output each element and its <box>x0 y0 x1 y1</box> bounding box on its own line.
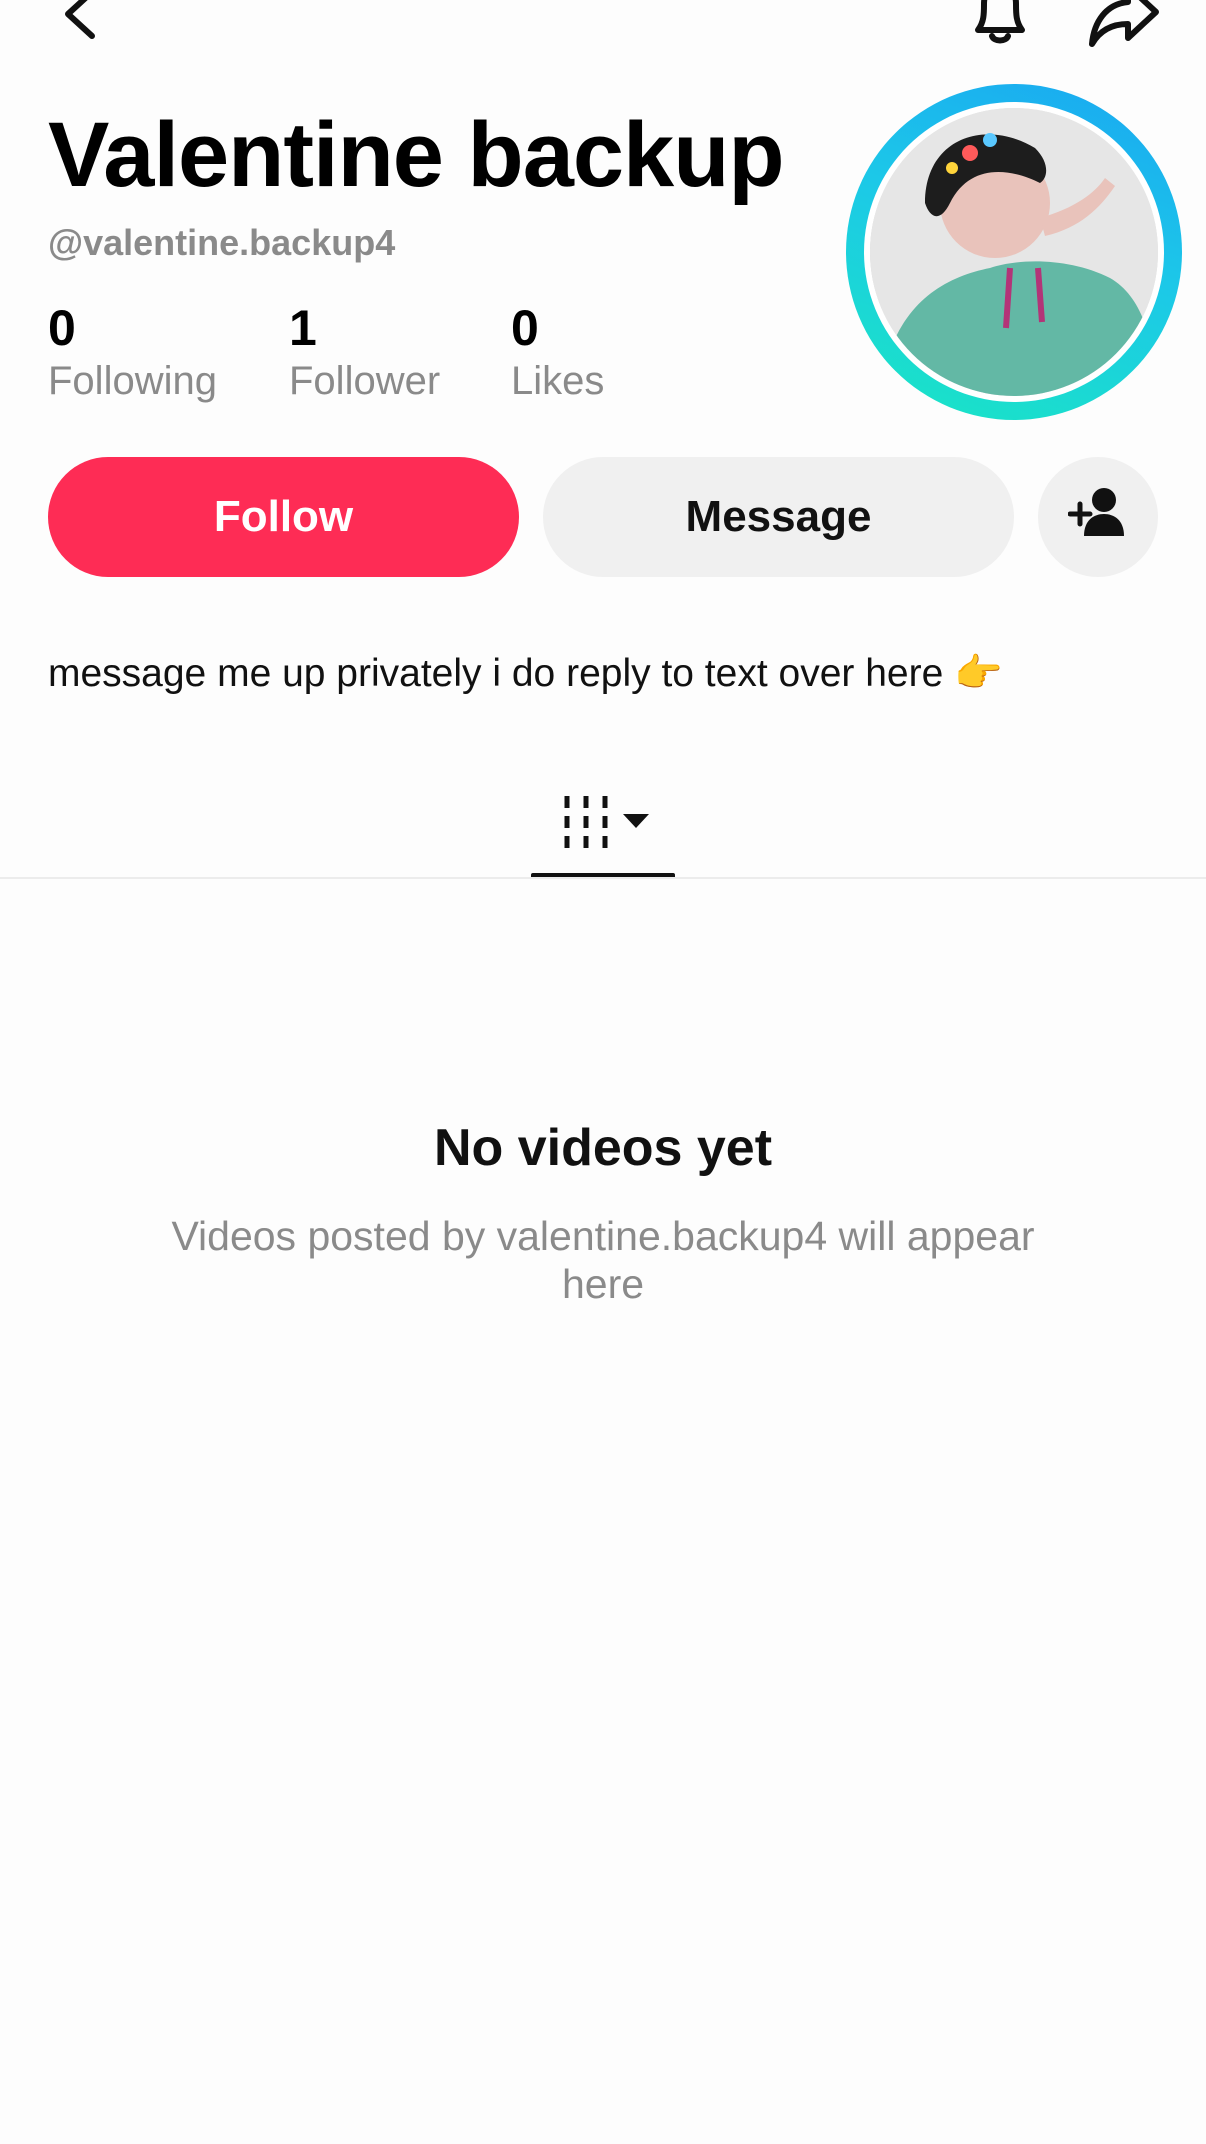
bell-icon[interactable] <box>966 0 1034 48</box>
top-bar <box>0 0 1206 60</box>
tab-divider <box>0 877 1206 879</box>
likes-label: Likes <box>511 359 605 403</box>
likes-count: 0 <box>511 300 539 356</box>
avatar <box>870 108 1158 396</box>
empty-state-subtitle: Videos posted by valentine.backup4 will … <box>171 1213 1035 1307</box>
following-stat[interactable]: 0 Following <box>48 300 217 404</box>
avatar-story-ring[interactable] <box>846 84 1182 420</box>
share-arrow-icon[interactable] <box>1088 0 1160 48</box>
following-label: Following <box>48 359 217 403</box>
followers-label: Follower <box>289 359 441 403</box>
grid-icon <box>561 794 611 853</box>
add-person-icon <box>1067 486 1128 549</box>
empty-state-title: No videos yet <box>433 1119 773 1177</box>
followers-stat[interactable]: 1 Follower <box>289 300 440 404</box>
following-count: 0 <box>48 300 76 356</box>
content-tab-bar <box>0 780 1206 880</box>
caret-down-icon <box>623 814 649 835</box>
likes-stat[interactable]: 0 Likes <box>511 300 604 404</box>
add-friend-button[interactable] <box>1038 457 1158 577</box>
avatar-ring-gap <box>864 102 1164 402</box>
username-handle: @valentine.backup4 <box>48 222 396 263</box>
tab-videos[interactable] <box>531 780 675 880</box>
back-chevron-icon[interactable] <box>56 0 106 44</box>
profile-bio: message me up privately i do reply to te… <box>48 652 1003 695</box>
display-name: Valentine backup <box>48 104 785 206</box>
follow-button[interactable]: Follow <box>48 457 519 577</box>
followers-count: 1 <box>289 300 317 356</box>
message-button[interactable]: Message <box>543 457 1014 577</box>
